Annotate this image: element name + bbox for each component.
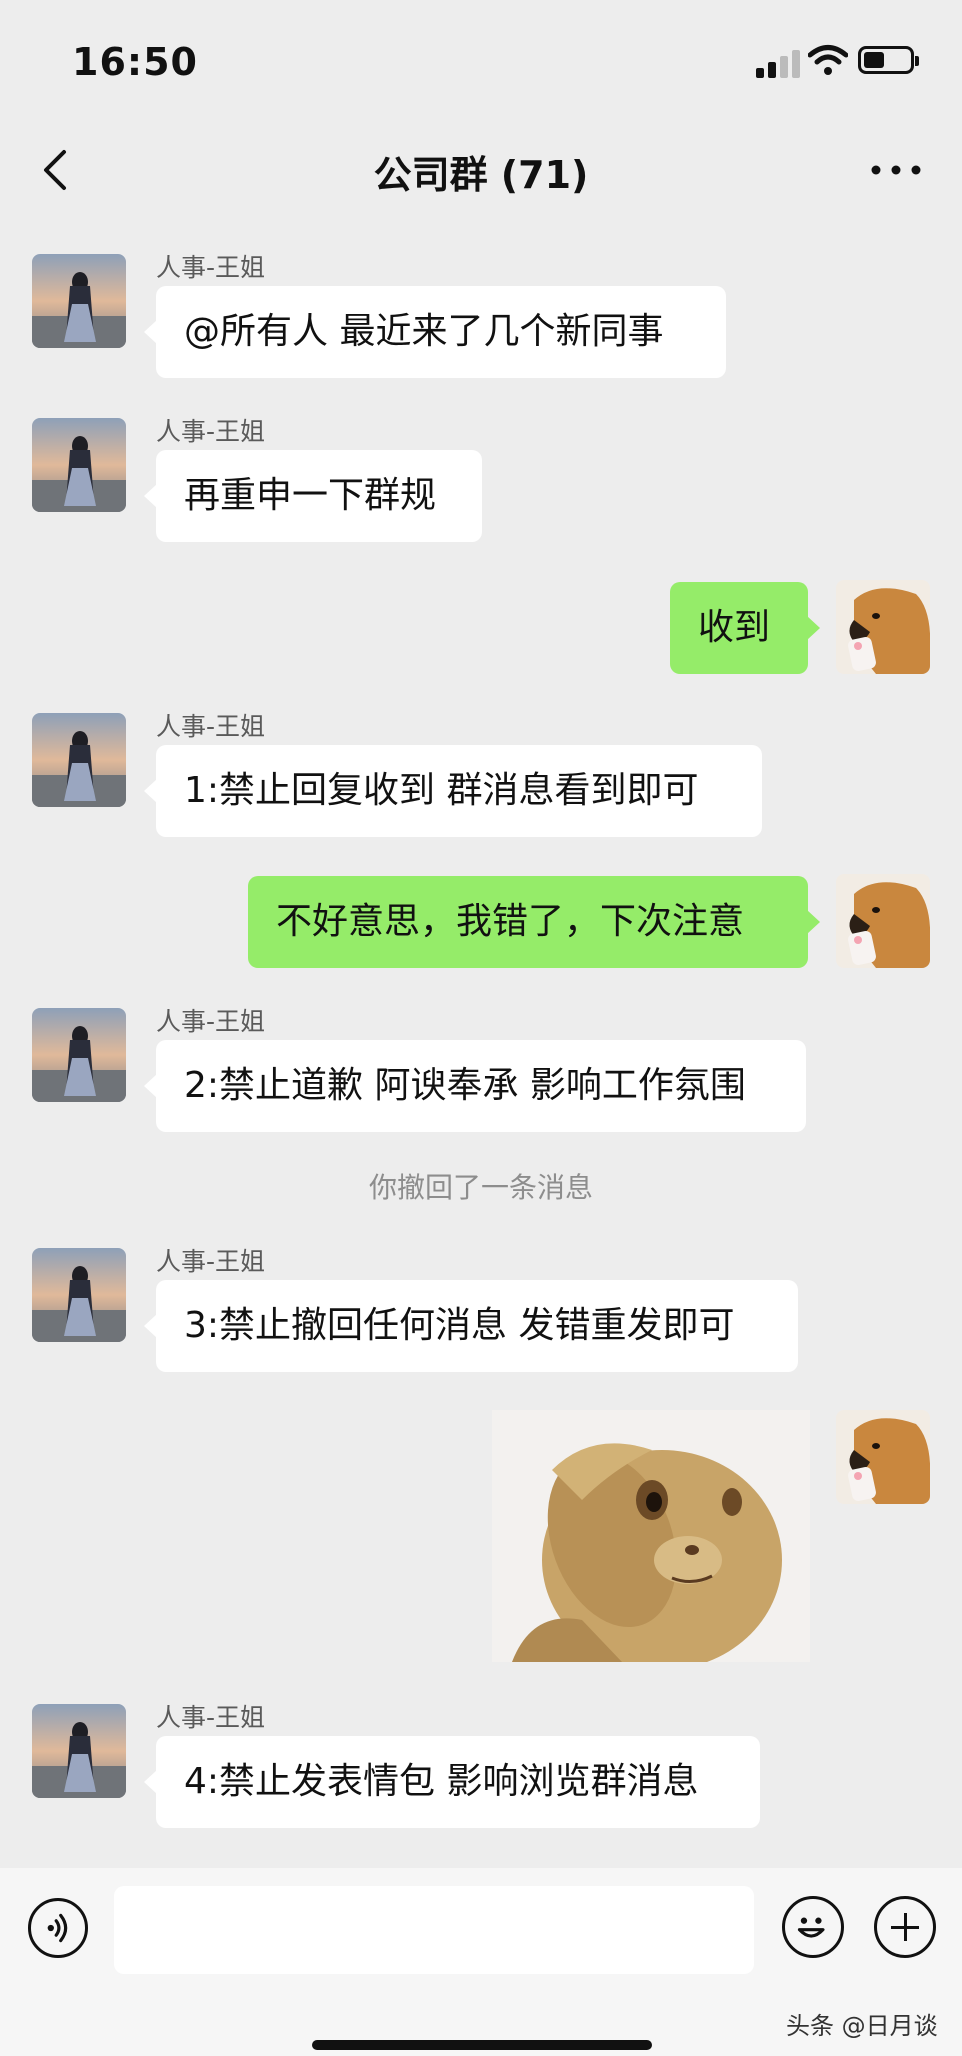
voice-icon[interactable] <box>28 1898 88 1958</box>
nav-bar: 公司群 (71) <box>0 120 962 220</box>
watermark: 头条 @日月谈 <box>786 2012 938 2040</box>
plus-icon[interactable] <box>874 1896 936 1958</box>
message-bubble[interactable]: 收到 <box>670 582 820 674</box>
avatar[interactable] <box>32 1008 126 1102</box>
avatar[interactable] <box>836 874 930 968</box>
sender-name: 人事-王姐 <box>156 253 266 282</box>
message-bubble[interactable]: 3:禁止撤回任何消息 发错重发即可 <box>144 1280 798 1372</box>
message-bubble[interactable]: 4:禁止发表情包 影响浏览群消息 <box>144 1736 760 1828</box>
avatar[interactable] <box>32 1704 126 1798</box>
message-bubble[interactable]: 不好意思，我错了，下次注意 <box>248 876 820 968</box>
message-bubble[interactable]: 1:禁止回复收到 群消息看到即可 <box>144 745 762 837</box>
recall-notice: 你撤回了一条消息 <box>368 1171 593 1204</box>
emoji-icon[interactable] <box>782 1896 844 1958</box>
more-icon[interactable] <box>868 150 924 190</box>
sender-name: 人事-王姐 <box>156 1007 266 1036</box>
battery-icon <box>858 46 919 74</box>
avatar[interactable] <box>836 1410 930 1504</box>
avatar[interactable] <box>32 1248 126 1342</box>
avatar[interactable] <box>32 254 126 348</box>
message-bubble[interactable]: 再重申一下群规 <box>144 450 482 542</box>
avatar[interactable] <box>32 713 126 807</box>
message-bubble[interactable]: 2:禁止道歉 阿谀奉承 影响工作氛围 <box>144 1040 806 1132</box>
sender-name: 人事-王姐 <box>156 417 266 446</box>
chat-title: 公司群 (71) <box>373 153 589 197</box>
sender-name: 人事-王姐 <box>156 1703 266 1732</box>
avatar[interactable] <box>32 418 126 512</box>
wifi-icon <box>808 45 848 75</box>
avatar[interactable] <box>836 580 930 674</box>
message-input[interactable] <box>114 1886 754 1974</box>
status-time: 16:50 <box>72 40 198 84</box>
sender-name: 人事-王姐 <box>156 1247 266 1276</box>
message-bubble[interactable]: @所有人 最近来了几个新同事 <box>144 286 726 378</box>
home-indicator[interactable] <box>312 2040 652 2050</box>
chat-screen: 16:50 公司群 (71) 人事-王姐 @所有人 最近来了几个新同事 人事-王… <box>0 0 962 2056</box>
signal-icon <box>756 48 800 78</box>
status-bar: 16:50 <box>0 0 962 120</box>
cat-salute-sticker[interactable] <box>492 1410 810 1662</box>
sender-name: 人事-王姐 <box>156 712 266 741</box>
